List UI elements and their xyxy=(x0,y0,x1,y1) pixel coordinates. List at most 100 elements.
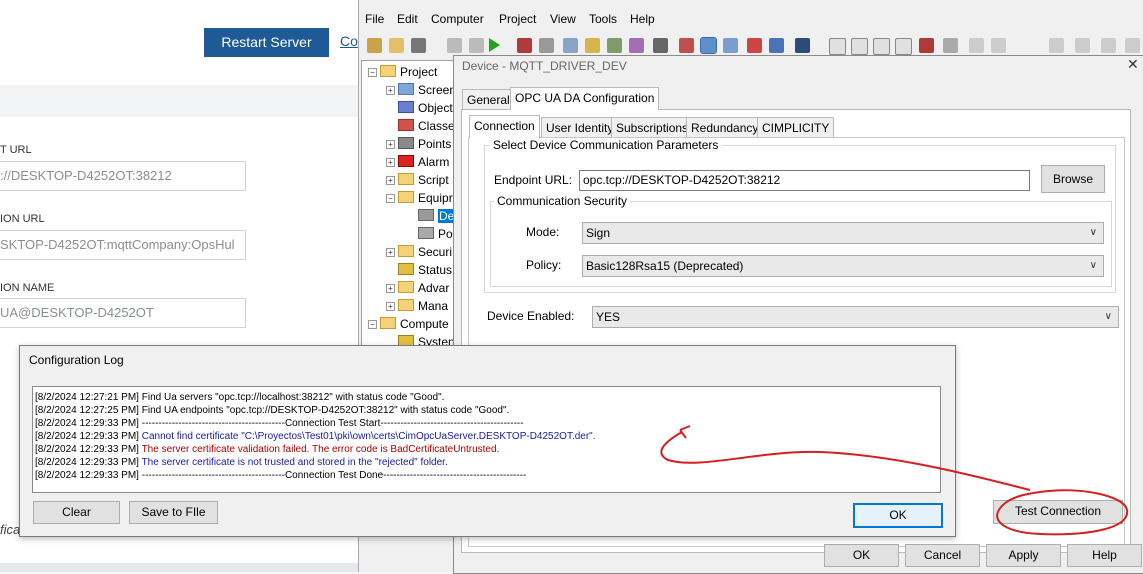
tab-redundancy[interactable]: Redundancy xyxy=(686,117,764,138)
tree-node-points[interactable]: + Points xyxy=(386,135,451,153)
pause-icon[interactable] xyxy=(469,38,484,53)
apply-button[interactable]: Apply xyxy=(986,544,1061,567)
cancel-button[interactable]: Cancel xyxy=(905,544,980,567)
list-icon[interactable] xyxy=(679,38,694,53)
tree-node-ports[interactable]: Po xyxy=(418,225,453,243)
overflow-icon[interactable] xyxy=(1125,38,1140,53)
clear-button[interactable]: Clear xyxy=(33,501,120,524)
copy-icon[interactable] xyxy=(851,38,868,55)
log-ok-button[interactable]: OK xyxy=(853,503,943,528)
expand-icon[interactable]: + xyxy=(386,302,395,311)
log-line: [8/2/2024 12:27:21 PM] Find Ua servers "… xyxy=(35,392,445,403)
policy-select[interactable]: Basic128Rsa15 (Deprecated) ∨ xyxy=(582,255,1104,277)
tab-subscriptions[interactable]: Subscriptions xyxy=(611,117,694,138)
log-title: Configuration Log xyxy=(29,353,124,367)
device-enabled-select[interactable]: YES ∨ xyxy=(592,306,1119,328)
filter-icon[interactable] xyxy=(747,38,762,53)
import-icon[interactable] xyxy=(969,38,984,53)
expand-icon[interactable]: + xyxy=(386,248,395,257)
menu-view[interactable]: View xyxy=(550,12,576,26)
tab-connection[interactable]: Connection xyxy=(469,115,540,138)
export-icon[interactable] xyxy=(991,38,1006,53)
more-icon[interactable] xyxy=(1101,38,1116,53)
paste-icon[interactable] xyxy=(873,38,890,55)
menu-project[interactable]: Project xyxy=(499,12,536,26)
build-icon[interactable] xyxy=(517,38,532,53)
tree-node-equipment[interactable]: − Equipr xyxy=(386,189,453,207)
grid-icon[interactable] xyxy=(723,38,738,53)
tree-node-classes[interactable]: +Classe xyxy=(386,117,455,135)
run-icon[interactable] xyxy=(489,38,500,52)
find-icon[interactable] xyxy=(943,38,958,53)
application-url-input[interactable]: SKTOP-D4252OT:mqttCompany:OpsHul xyxy=(0,230,246,260)
ok-button[interactable]: OK xyxy=(824,544,899,567)
folder-icon xyxy=(398,299,414,311)
application-name-label: ION NAME xyxy=(0,282,55,294)
tree-node-alarms[interactable]: + Alarm xyxy=(386,153,449,171)
tree-node-screens[interactable]: + Screen xyxy=(386,81,456,99)
browse-button[interactable]: Browse xyxy=(1041,165,1105,193)
window-icon[interactable] xyxy=(769,38,784,53)
open-icon[interactable] xyxy=(389,38,404,53)
menu-edit[interactable]: Edit xyxy=(397,12,418,26)
config-link[interactable]: Co xyxy=(340,33,358,49)
tab-cimplicity[interactable]: CIMPLICITY xyxy=(757,117,835,138)
help-button[interactable]: Help xyxy=(1067,544,1142,567)
endpoint-url-input[interactable]: opc.tcp://DESKTOP-D4252OT:38212 xyxy=(579,170,1030,191)
mode-select[interactable]: Sign ∨ xyxy=(582,222,1104,244)
collapse-icon[interactable]: − xyxy=(386,194,395,203)
menu-tools[interactable]: Tools xyxy=(589,12,617,26)
collapse-icon[interactable]: − xyxy=(368,68,377,77)
script-icon[interactable] xyxy=(653,38,668,53)
server-url-input[interactable]: ://DESKTOP-D4252OT:38212 xyxy=(0,161,246,191)
folder-icon xyxy=(398,281,414,293)
new-icon[interactable] xyxy=(829,38,846,55)
expand-icon[interactable]: + xyxy=(386,86,395,95)
tree-node-objects[interactable]: +Object xyxy=(386,99,453,117)
details-icon[interactable] xyxy=(700,37,717,54)
tab-user-identity[interactable]: User Identity xyxy=(541,117,619,138)
tab-opc-ua-da-configuration[interactable]: OPC UA DA Configuration xyxy=(510,87,660,110)
network-icon[interactable] xyxy=(563,38,578,53)
duplicate-icon[interactable] xyxy=(895,38,912,55)
points-icon[interactable] xyxy=(607,38,622,53)
layout-icon[interactable] xyxy=(1049,38,1064,53)
expand-icon[interactable]: + xyxy=(386,176,395,185)
configure-icon[interactable] xyxy=(539,38,554,53)
print-icon[interactable] xyxy=(411,38,426,53)
collapse-icon[interactable]: − xyxy=(368,320,377,329)
tree-node-project[interactable]: − Project xyxy=(368,63,437,81)
menu-help[interactable]: Help xyxy=(630,12,655,26)
tree-node-security[interactable]: + Securi xyxy=(386,243,452,261)
expand-icon[interactable]: + xyxy=(386,140,395,149)
tree-node-scripts[interactable]: + Script xyxy=(386,171,449,189)
delete-icon[interactable] xyxy=(919,38,934,53)
tools-icon[interactable] xyxy=(629,38,644,53)
test-connection-button[interactable]: Test Connection xyxy=(993,500,1123,524)
menu-file[interactable]: File xyxy=(365,12,384,26)
close-icon[interactable]: ✕ xyxy=(1127,56,1139,73)
tree-node-computer[interactable]: − Compute xyxy=(368,315,449,333)
zoom-icon[interactable] xyxy=(1075,38,1090,53)
application-name-input[interactable]: UA@DESKTOP-D4252OT xyxy=(0,298,246,328)
expand-icon[interactable]: + xyxy=(386,158,395,167)
tree-node-advanced[interactable]: + Advar xyxy=(386,279,449,297)
restart-server-button[interactable]: Restart Server xyxy=(204,28,329,57)
edit-icon[interactable] xyxy=(585,38,600,53)
properties-icon[interactable] xyxy=(367,38,382,53)
tree-node-devices[interactable]: De xyxy=(418,207,456,225)
objects-icon xyxy=(398,101,414,113)
settings-icon[interactable] xyxy=(795,38,810,53)
expand-icon[interactable]: + xyxy=(386,284,395,293)
save-to-file-button[interactable]: Save to FIle xyxy=(129,501,218,524)
dialog-title: Device - MQTT_DRIVER_DEV xyxy=(462,59,627,73)
log-textbox[interactable]: [8/2/2024 12:27:21 PM] Find Ua servers "… xyxy=(32,386,941,493)
tab-general[interactable]: General xyxy=(462,89,515,110)
group-title: Select Device Communication Parameters xyxy=(490,138,722,152)
tree-node-manage[interactable]: + Mana xyxy=(386,297,448,315)
application-url-label: ION URL xyxy=(0,213,45,225)
tree-node-status[interactable]: +Status xyxy=(386,261,452,279)
stop-icon[interactable] xyxy=(447,38,462,53)
menu-computer[interactable]: Computer xyxy=(431,12,484,26)
menu-bar: File Edit Computer Project View Tools He… xyxy=(359,8,1143,28)
